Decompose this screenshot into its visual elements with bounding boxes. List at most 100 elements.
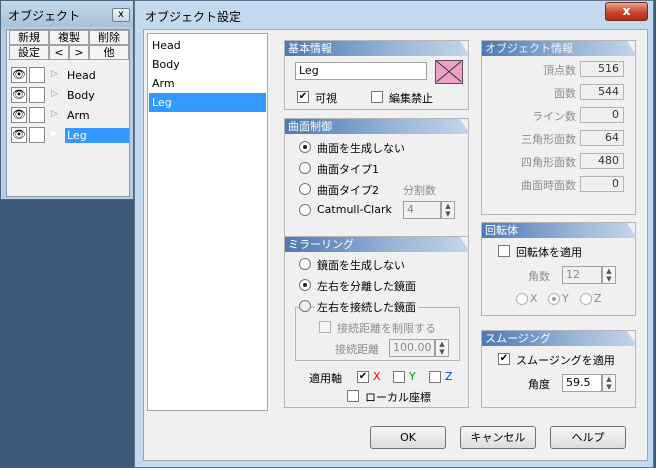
visible-label: 可視 xyxy=(315,92,337,105)
object-name-input[interactable]: Leg xyxy=(295,62,427,80)
object-panel-titlebar[interactable]: オブジェクト x xyxy=(1,1,133,27)
object-info-header: オブジェクト情報 xyxy=(482,41,637,56)
smoothing-group: スムージング ✔ スムージングを適用 角度 59.5 ▲ ▼ xyxy=(481,330,636,408)
surface-type2-radio[interactable] xyxy=(299,183,311,195)
lock-toggle[interactable] xyxy=(29,107,45,123)
lathe-count-spinner[interactable]: ▲ ▼ xyxy=(602,266,616,284)
move-up-button[interactable]: < xyxy=(49,45,69,60)
cancel-button[interactable]: キャンセル xyxy=(460,426,536,449)
lock-toggle[interactable] xyxy=(29,87,45,103)
surface-type1-radio[interactable] xyxy=(299,162,311,174)
help-button[interactable]: ヘルプ xyxy=(550,426,626,449)
object-row-leg[interactable]: 👁 ▶ Leg xyxy=(9,126,129,145)
ok-button[interactable]: OK xyxy=(370,426,446,449)
visibility-eye-icon[interactable]: 👁 xyxy=(11,107,27,123)
curved-face-count-label: 曲面時面数 xyxy=(521,179,576,192)
catmull-clark-radio[interactable] xyxy=(299,204,311,216)
duplicate-object-button[interactable]: 複製 xyxy=(49,30,89,45)
visibility-eye-icon[interactable]: 👁 xyxy=(11,127,27,143)
lathe-header: 回転体 xyxy=(482,223,637,238)
visibility-eye-icon[interactable]: 👁 xyxy=(11,87,27,103)
expand-triangle-icon: ▷ xyxy=(51,89,58,99)
connect-distance-input[interactable]: 100.00 xyxy=(389,339,435,357)
mirror-axis-y-checkbox[interactable] xyxy=(393,371,405,383)
other-button[interactable]: 他 xyxy=(89,45,129,60)
lathe-group: 回転体 回転体を適用 角数 12 ▲ ▼ X Y Z xyxy=(481,222,636,316)
mirror-axis-z-label: Z xyxy=(445,370,453,383)
surface-control-group: 曲面制御 曲面を生成しない 曲面タイプ1 曲面タイプ2 分割数 Catmull-… xyxy=(284,118,469,250)
move-down-button[interactable]: > xyxy=(69,45,89,60)
delete-object-button[interactable]: 削除 xyxy=(89,30,129,45)
separate-mirror-radio[interactable] xyxy=(299,279,311,291)
mirror-axis-x-label: X xyxy=(373,370,381,383)
object-panel-close-button[interactable]: x xyxy=(112,8,130,22)
smoothing-apply-checkbox[interactable]: ✔ xyxy=(498,353,510,365)
object-settings-dialog: オブジェクト設定 x Head Body Arm Leg 基本情報 Leg ✔ … xyxy=(134,0,654,468)
connect-mirror-radio[interactable] xyxy=(299,300,311,312)
line-count-value: 0 xyxy=(580,107,624,123)
local-coords-checkbox[interactable] xyxy=(347,390,359,402)
dialog-title: オブジェクト設定 xyxy=(145,10,242,24)
lathe-axis-y-radio[interactable] xyxy=(548,293,560,305)
visibility-eye-icon[interactable]: 👁 xyxy=(11,67,27,83)
object-row-head[interactable]: 👁 ▷ Head xyxy=(9,66,129,85)
local-coords-label: ローカル座標 xyxy=(365,391,431,404)
object-row-body[interactable]: 👁 ▷ Body xyxy=(9,86,129,105)
smoothing-angle-input[interactable]: 59.5 xyxy=(562,374,602,392)
basic-info-group: 基本情報 Leg ✔ 可視 編集禁止 xyxy=(284,40,469,110)
object-name[interactable]: Arm xyxy=(65,108,129,123)
no-mirror-radio[interactable] xyxy=(299,258,311,270)
separate-mirror-label: 左右を分離した鏡面 xyxy=(317,280,416,293)
quad-count-value: 480 xyxy=(580,153,624,169)
material-color-swatch[interactable] xyxy=(435,60,463,84)
surface-control-header: 曲面制御 xyxy=(285,119,470,134)
face-count-value: 544 xyxy=(580,84,624,100)
lathe-apply-checkbox[interactable] xyxy=(498,245,510,257)
lathe-count-input[interactable]: 12 xyxy=(562,266,602,284)
lathe-axis-y-label: Y xyxy=(562,292,569,305)
list-item-selected[interactable]: Leg xyxy=(149,93,266,112)
edit-lock-checkbox[interactable] xyxy=(371,91,383,103)
face-count-label: 面数 xyxy=(554,87,576,100)
dialog-close-button[interactable]: x xyxy=(605,2,648,21)
vertex-count-label: 頂点数 xyxy=(543,64,576,77)
quad-count-label: 四角形面数 xyxy=(521,156,576,169)
smoothing-header: スムージング xyxy=(482,331,637,346)
expand-triangle-icon: ▷ xyxy=(51,69,58,79)
object-name[interactable]: Head xyxy=(65,68,129,83)
smoothing-angle-spinner[interactable]: ▲ ▼ xyxy=(602,374,616,392)
mirror-axis-x-checkbox[interactable]: ✔ xyxy=(357,371,369,383)
lathe-axis-x-radio[interactable] xyxy=(516,293,528,305)
no-surface-radio[interactable] xyxy=(299,141,311,153)
division-input[interactable]: 4 xyxy=(403,201,441,219)
object-name[interactable]: Body xyxy=(65,88,129,103)
list-item[interactable]: Arm xyxy=(149,74,266,93)
mirror-axis-z-checkbox[interactable] xyxy=(429,371,441,383)
connect-distance-label: 接続距離 xyxy=(335,343,379,356)
surface-type2-label: 曲面タイプ2 xyxy=(317,184,379,197)
limit-distance-checkbox[interactable] xyxy=(319,321,331,333)
object-row-arm[interactable]: 👁 ▷ Arm xyxy=(9,106,129,125)
lock-toggle[interactable] xyxy=(29,127,45,143)
lathe-apply-label: 回転体を適用 xyxy=(516,246,582,259)
object-panel: オブジェクト x 新規 複製 削除 設定 < > 他 👁 ▷ Head 👁 ▷ Bo… xyxy=(0,0,134,200)
division-spinner[interactable]: ▲ ▼ xyxy=(441,201,455,219)
lathe-axis-x-label: X xyxy=(530,292,538,305)
no-mirror-label: 鏡面を生成しない xyxy=(317,259,405,272)
expand-triangle-icon: ▷ xyxy=(51,109,58,119)
list-item[interactable]: Body xyxy=(149,55,266,74)
list-item[interactable]: Head xyxy=(149,36,266,55)
new-object-button[interactable]: 新規 xyxy=(9,30,49,45)
lock-toggle[interactable] xyxy=(29,67,45,83)
smoothing-angle-label: 角度 xyxy=(528,378,550,391)
mirror-axis-y-label: Y xyxy=(409,370,416,383)
connect-distance-spinner[interactable]: ▲ ▼ xyxy=(435,339,449,357)
edit-lock-label: 編集禁止 xyxy=(389,92,433,105)
visible-checkbox[interactable]: ✔ xyxy=(297,91,309,103)
line-count-label: ライン数 xyxy=(532,110,576,123)
object-list[interactable]: Head Body Arm Leg xyxy=(147,33,268,411)
object-name-selected[interactable]: Leg xyxy=(65,128,129,143)
object-settings-button[interactable]: 設定 xyxy=(9,45,49,60)
lathe-axis-z-radio[interactable] xyxy=(580,293,592,305)
triangle-count-value: 64 xyxy=(580,130,624,146)
